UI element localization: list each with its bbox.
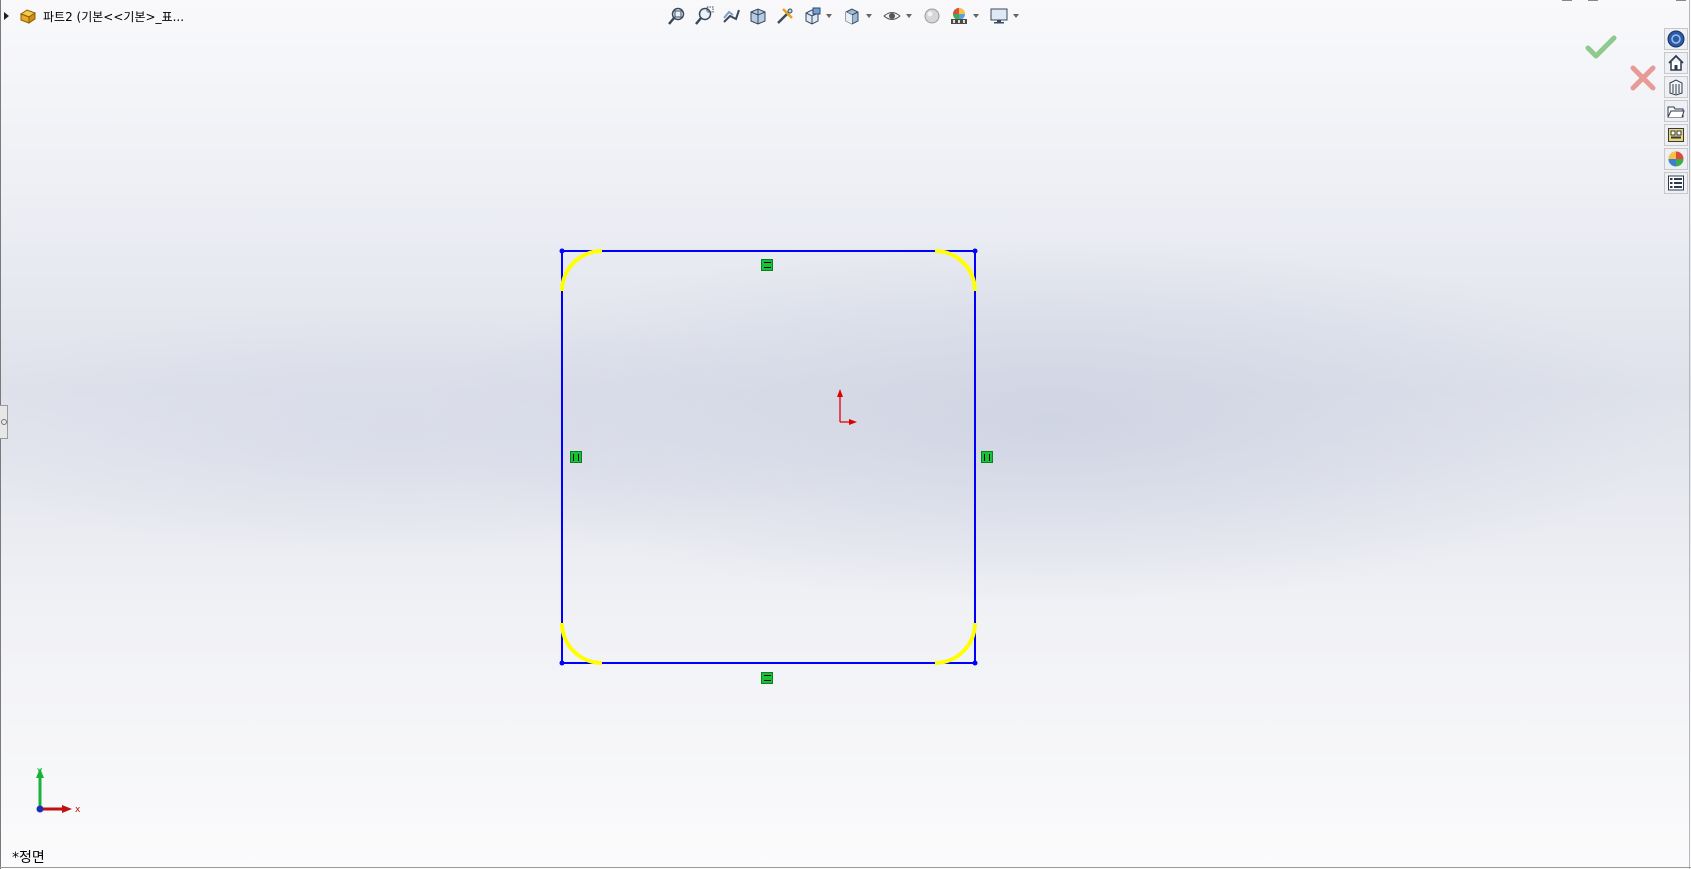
view-orientation-label: *정면 <box>12 850 45 866</box>
triad-x-label: x <box>75 805 81 814</box>
fillet-arc-top-left[interactable] <box>560 249 603 292</box>
endpoint-top-right[interactable] <box>972 248 978 254</box>
vertical-relation-icon-right[interactable] <box>981 451 993 463</box>
horizontal-relation-icon-bottom[interactable] <box>761 672 773 684</box>
sketch-origin-icon[interactable] <box>837 389 857 425</box>
fillet-arc-top-right[interactable] <box>934 249 977 292</box>
fillet-arc-bottom-right[interactable] <box>934 622 977 665</box>
endpoint-top-left[interactable] <box>559 248 565 254</box>
horizontal-relation-icon-top[interactable] <box>761 259 773 271</box>
sketch-rectangle[interactable] <box>561 250 976 664</box>
sketch-canvas <box>559 248 978 666</box>
endpoint-bottom-left[interactable] <box>559 660 565 666</box>
endpoint-bottom-right[interactable] <box>972 660 978 666</box>
sketch-endpoints[interactable] <box>559 248 978 666</box>
sketch-fillets[interactable] <box>560 249 977 665</box>
vertical-relation-icon-left[interactable] <box>570 451 582 463</box>
reference-triad: y x <box>36 766 81 814</box>
triad-y-label: y <box>37 766 43 776</box>
fillet-arc-bottom-left[interactable] <box>560 622 603 665</box>
